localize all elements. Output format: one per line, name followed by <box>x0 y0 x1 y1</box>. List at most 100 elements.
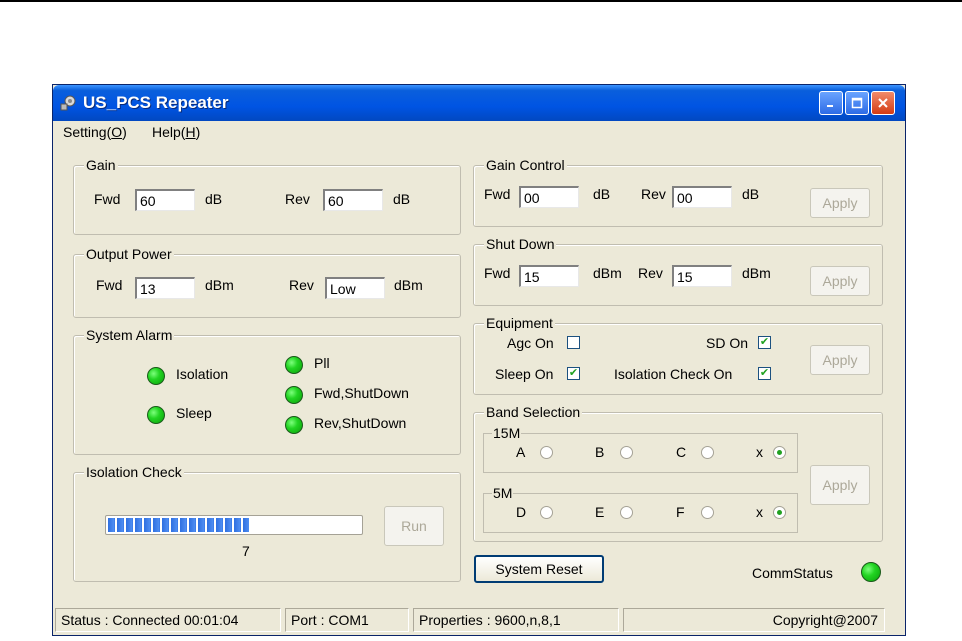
output-power-rev-field[interactable]: Low <box>325 277 385 299</box>
gain-group: Gain Fwd 60 dB Rev 60 dB <box>73 157 461 235</box>
rev-shutdown-alarm-label: Rev,ShutDown <box>314 415 407 431</box>
maximize-button[interactable] <box>845 91 869 115</box>
shut-down-rev-field[interactable]: 15 <box>672 265 732 287</box>
isolation-check-legend: Isolation Check <box>84 464 184 480</box>
isolation-check-on-label: Isolation Check On <box>614 366 733 382</box>
system-alarm-legend: System Alarm <box>84 327 175 343</box>
shut-down-fwd-field[interactable]: 15 <box>519 265 579 287</box>
output-power-fwd-label: Fwd <box>96 277 123 293</box>
shut-down-apply-button[interactable]: Apply <box>810 266 870 296</box>
isolation-alarm-label: Isolation <box>176 366 229 382</box>
app-icon <box>60 95 76 111</box>
status-connection: Status : Connected 00:01:04 <box>55 608 281 632</box>
shut-down-rev-label: Rev <box>638 265 663 281</box>
gain-control-group: Gain Control Fwd 00 dB Rev 00 dB Apply <box>473 157 883 227</box>
status-port: Port : COM1 <box>285 608 409 632</box>
shut-down-group: Shut Down Fwd 15 dBm Rev 15 dBm Apply <box>473 236 883 306</box>
band-5m-group: 5M D E F x <box>483 485 798 533</box>
output-power-fwd-field[interactable]: 13 <box>135 277 195 299</box>
gain-rev-field[interactable]: 60 <box>323 189 383 211</box>
sd-on-label: SD On <box>706 335 749 351</box>
close-button[interactable] <box>871 91 895 115</box>
isolation-progress-fill <box>108 518 249 532</box>
pll-alarm-label: Pll <box>314 355 330 371</box>
rev-shutdown-led <box>285 416 303 434</box>
status-properties: Properties : 9600,n,8,1 <box>413 608 619 632</box>
app-window: US_PCS Repeater Setting(O) Help(H) Gain … <box>52 84 906 636</box>
gain-control-fwd-unit: dB <box>593 186 611 202</box>
band-15m-legend: 15M <box>492 425 522 441</box>
band-5m-x-radio[interactable] <box>773 506 786 519</box>
menu-help-accesskey: H <box>185 124 196 140</box>
band-b-radio[interactable] <box>620 446 633 459</box>
band-f-radio[interactable] <box>701 506 714 519</box>
run-button[interactable]: Run <box>384 506 444 546</box>
gain-rev-label: Rev <box>285 191 310 207</box>
band-d-label: D <box>516 504 527 520</box>
output-power-rev-label: Rev <box>289 277 314 293</box>
band-e-radio[interactable] <box>620 506 633 519</box>
band-a-radio[interactable] <box>540 446 553 459</box>
menu-help-label: Help( <box>152 124 186 140</box>
shut-down-legend: Shut Down <box>484 236 557 252</box>
comm-status-label: CommStatus <box>752 565 833 581</box>
sleep-on-checkbox[interactable]: ✔ <box>567 367 580 380</box>
band-selection-legend: Band Selection <box>484 404 583 420</box>
band-c-radio[interactable] <box>701 446 714 459</box>
close-icon <box>878 98 888 108</box>
band-c-label: C <box>676 444 687 460</box>
comm-status-led <box>861 562 881 582</box>
shut-down-rev-unit: dBm <box>742 265 771 281</box>
gain-control-legend: Gain Control <box>484 157 567 173</box>
minimize-button[interactable] <box>819 91 843 115</box>
page-top-rule <box>0 0 962 2</box>
menu-help-label-end: ) <box>195 124 201 140</box>
band-selection-group: Band Selection 15M A B C x 5M D E F x Ap… <box>473 404 883 542</box>
isolation-check-on-checkbox[interactable]: ✔ <box>758 367 771 380</box>
pll-led <box>285 356 303 374</box>
gain-rev-unit: dB <box>393 191 411 207</box>
system-reset-button[interactable]: System Reset <box>474 555 604 583</box>
menu-help[interactable]: Help(H) <box>152 124 200 140</box>
band-e-label: E <box>595 504 605 520</box>
band-15m-group: 15M A B C x <box>483 425 798 473</box>
minimize-icon <box>827 105 833 107</box>
output-power-legend: Output Power <box>84 246 174 262</box>
isolation-progress-bar <box>105 515 363 535</box>
title-bar[interactable]: US_PCS Repeater <box>53 85 905 121</box>
gain-control-apply-button[interactable]: Apply <box>810 188 870 218</box>
gain-control-rev-unit: dB <box>742 186 760 202</box>
gain-control-fwd-field[interactable]: 00 <box>519 186 579 208</box>
band-d-radio[interactable] <box>540 506 553 519</box>
menu-setting[interactable]: Setting(O) <box>63 124 127 140</box>
band-15m-x-label: x <box>756 444 763 460</box>
status-bar: Status : Connected 00:01:04 Port : COM1 … <box>53 603 905 635</box>
agc-on-checkbox[interactable] <box>567 336 580 349</box>
equipment-apply-button[interactable]: Apply <box>810 345 870 375</box>
fwd-shutdown-led <box>285 386 303 404</box>
menu-setting-label-end: ) <box>122 124 127 140</box>
window-title: US_PCS Repeater <box>83 93 229 112</box>
isolation-led <box>147 367 165 385</box>
fwd-shutdown-alarm-label: Fwd,ShutDown <box>314 385 409 401</box>
menu-bar: Setting(O) Help(H) <box>53 121 905 143</box>
sleep-on-label: Sleep On <box>495 366 554 382</box>
gain-control-rev-field[interactable]: 00 <box>672 186 732 208</box>
band-f-label: F <box>676 504 685 520</box>
sd-on-checkbox[interactable]: ✔ <box>758 336 771 349</box>
band-5m-x-label: x <box>756 504 763 520</box>
system-alarm-group: System Alarm Isolation Sleep Pll Fwd,Shu… <box>73 327 461 455</box>
band-15m-x-radio[interactable] <box>773 446 786 459</box>
band-selection-apply-button[interactable]: Apply <box>810 465 870 505</box>
gain-control-fwd-label: Fwd <box>484 186 511 202</box>
sleep-led <box>147 406 165 424</box>
maximize-icon <box>851 97 863 109</box>
sleep-alarm-label: Sleep <box>176 405 212 421</box>
agc-on-label: Agc On <box>507 335 554 351</box>
shut-down-fwd-unit: dBm <box>593 265 622 281</box>
output-power-group: Output Power Fwd 13 dBm Rev Low dBm <box>73 246 461 318</box>
menu-setting-accesskey: O <box>111 124 123 140</box>
gain-fwd-field[interactable]: 60 <box>135 189 195 211</box>
equipment-legend: Equipment <box>484 315 555 331</box>
isolation-check-value: 7 <box>242 543 250 559</box>
